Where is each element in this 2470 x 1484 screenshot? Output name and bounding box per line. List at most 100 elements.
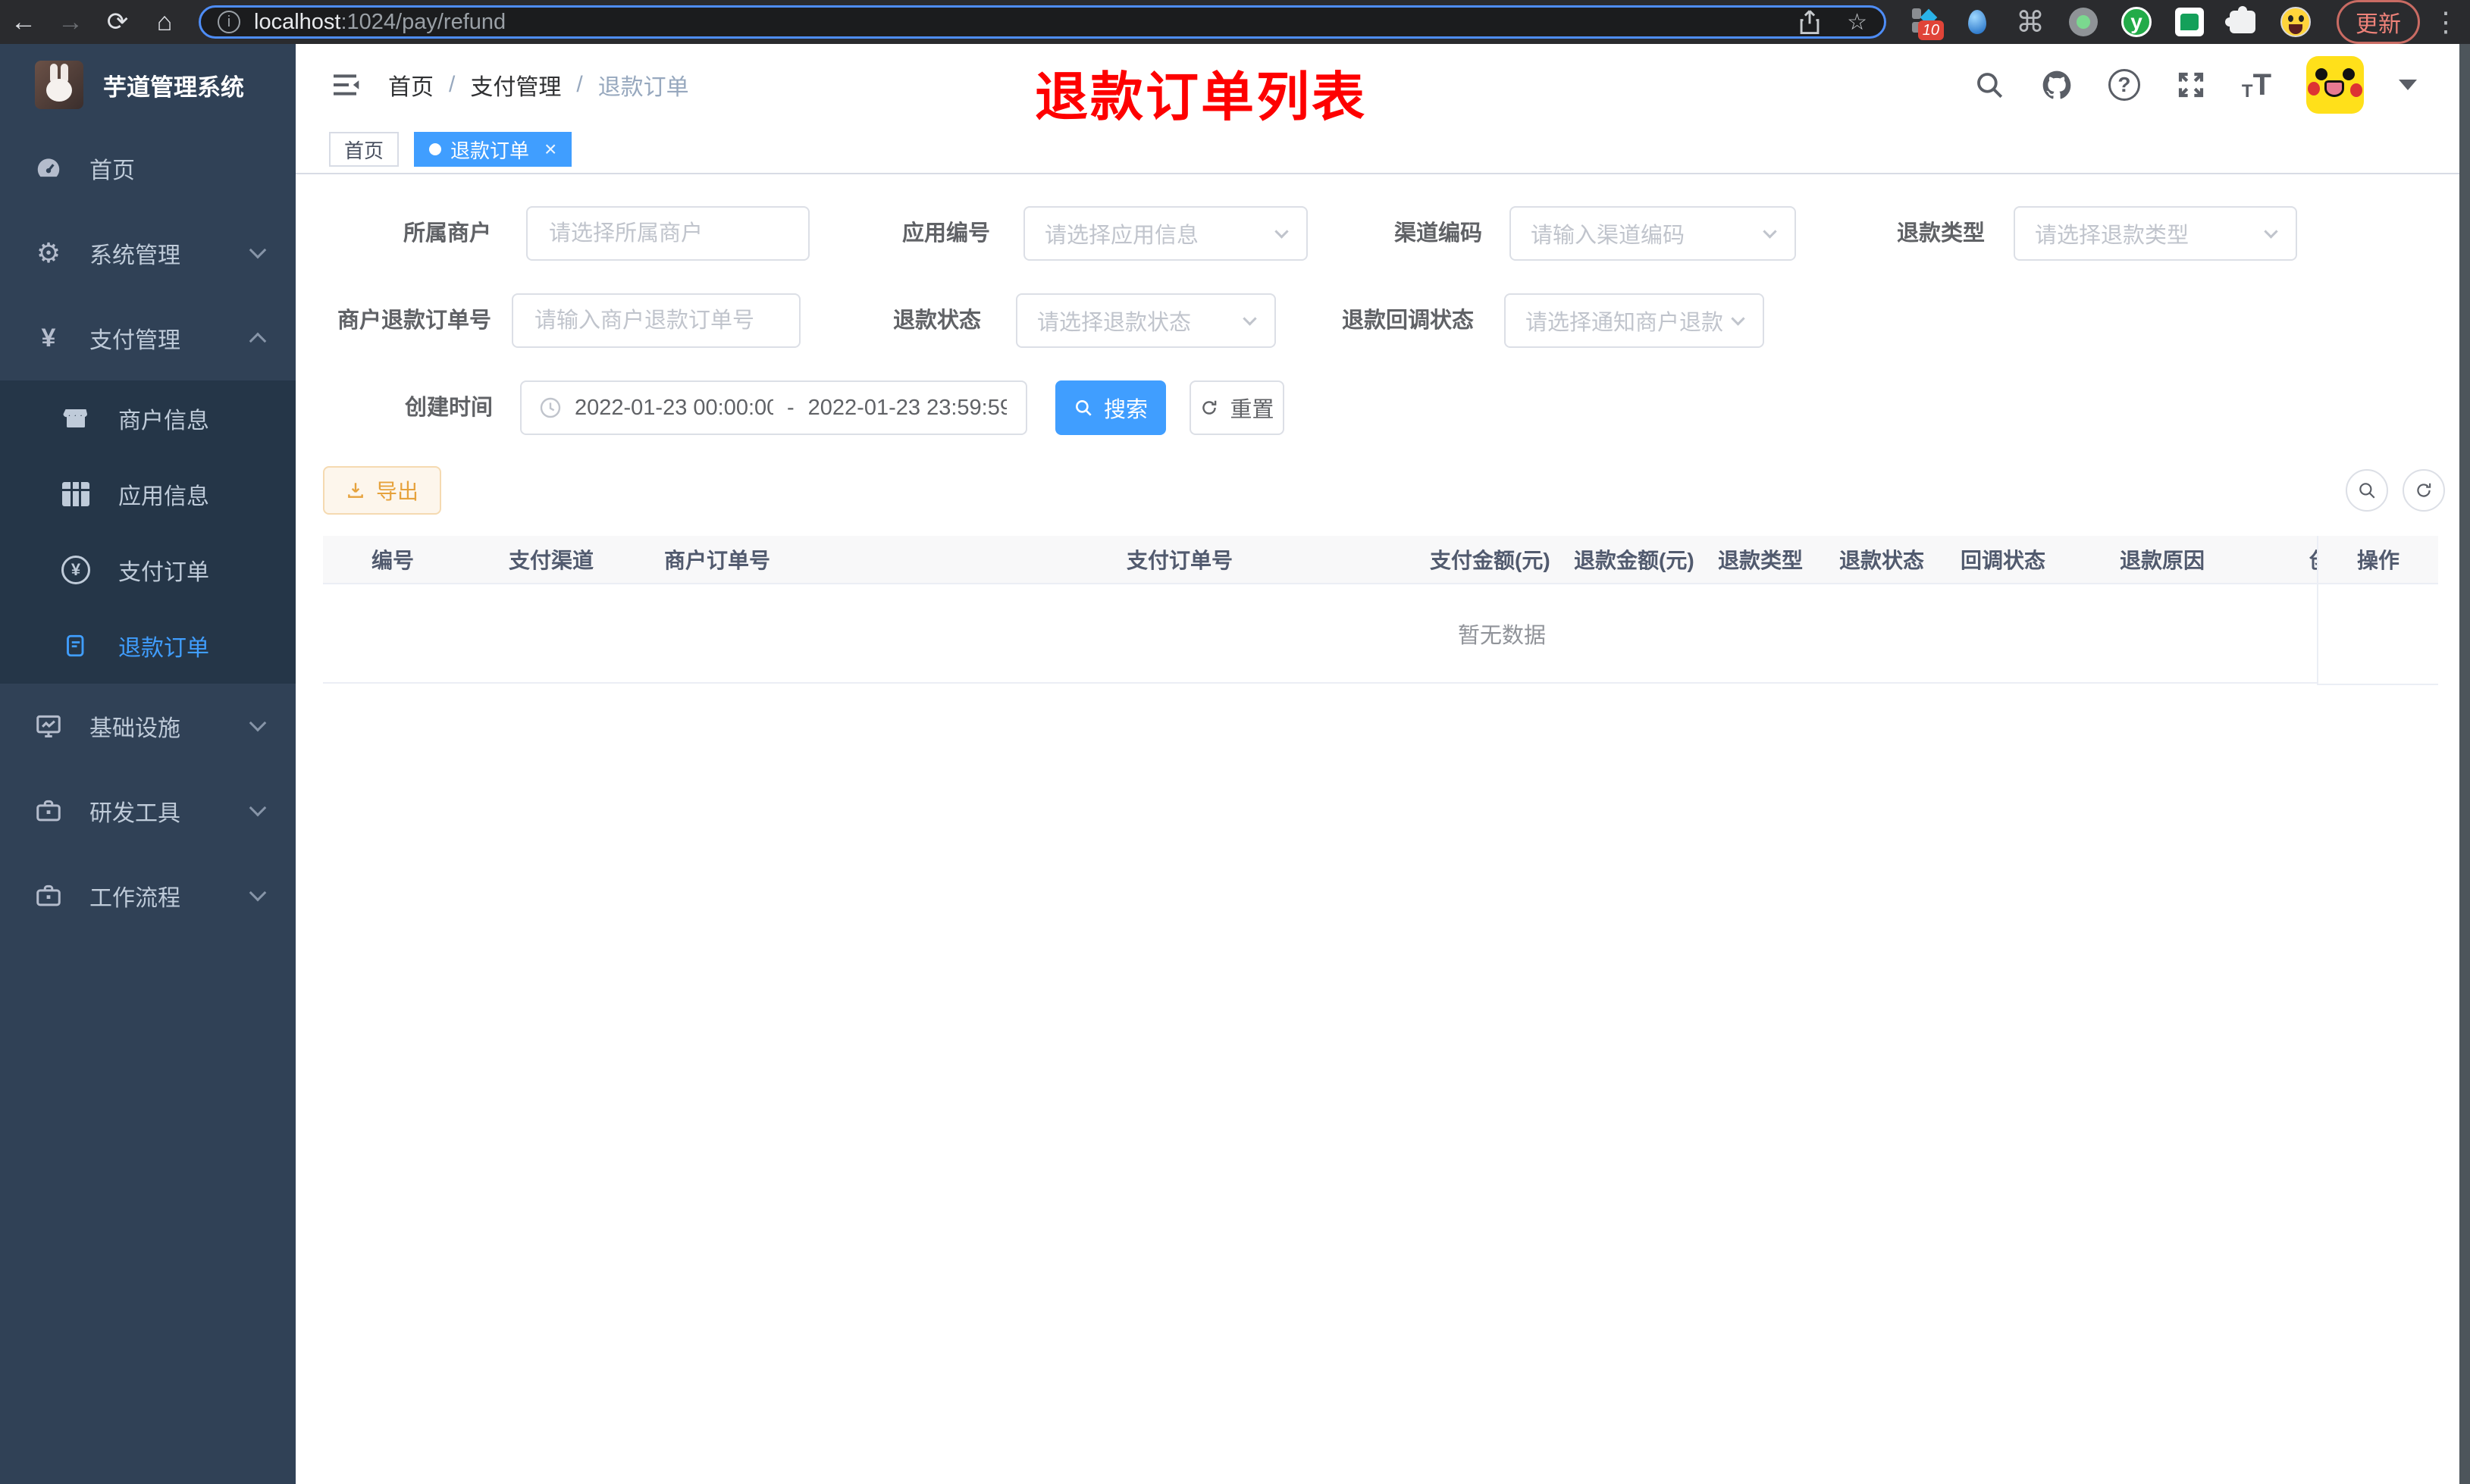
reset-button-label: 重置 bbox=[1230, 398, 1274, 422]
browser-menu-icon[interactable]: ⋮ bbox=[2432, 6, 2459, 38]
app-logo bbox=[35, 61, 83, 109]
chevron-down-icon bbox=[1763, 224, 1777, 239]
breadcrumb-separator: / bbox=[576, 72, 583, 97]
browser-forward-icon[interactable]: → bbox=[47, 8, 94, 37]
extension-y-icon[interactable]: y bbox=[2121, 7, 2152, 37]
clock-icon bbox=[540, 397, 561, 418]
notify-status-select[interactable]: 请选择通知商户退款结果 bbox=[1504, 293, 1764, 348]
column-header: 操作 bbox=[2318, 536, 2438, 584]
github-icon[interactable] bbox=[2040, 68, 2073, 102]
scrollbar[interactable] bbox=[2459, 44, 2470, 1484]
tag-label: 首页 bbox=[344, 139, 384, 162]
extensions-puzzle-icon[interactable] bbox=[2225, 6, 2258, 37]
refund-status-select[interactable]: 请选择退款状态 bbox=[1016, 293, 1276, 348]
search-icon[interactable] bbox=[1973, 69, 2005, 101]
filter-label-merchant-refund-no: 商户退款订单号 bbox=[337, 308, 492, 333]
filter-label-app: 应用编号 bbox=[902, 221, 991, 246]
extension-badge: 10 bbox=[1917, 20, 1944, 40]
table-search-toggle-button[interactable] bbox=[2346, 469, 2388, 512]
sidebar-item-workflow[interactable]: 工作流程 bbox=[0, 853, 296, 938]
refresh-icon bbox=[1202, 400, 1217, 415]
page-annotation-title: 退款订单列表 bbox=[1035, 67, 1367, 127]
extension-balloon-icon[interactable] bbox=[1962, 7, 1992, 37]
sidebar-item-label: 退款订单 bbox=[118, 636, 209, 661]
search-button[interactable]: 搜索 bbox=[1055, 380, 1166, 435]
caret-down-icon[interactable] bbox=[2399, 80, 2417, 90]
shop-icon bbox=[59, 405, 92, 432]
sidebar-item-label: 首页 bbox=[89, 158, 135, 183]
breadcrumb-pay[interactable]: 支付管理 bbox=[470, 68, 561, 102]
create-time-range-picker[interactable]: 2022-01-23 00:00:00 - 2022-01-23 23:59:5… bbox=[520, 380, 1027, 435]
help-icon[interactable]: ? bbox=[2108, 69, 2140, 101]
export-button[interactable]: 导出 bbox=[323, 466, 442, 515]
download-icon bbox=[348, 483, 363, 498]
share-icon[interactable] bbox=[1798, 9, 1821, 35]
column-header: 编号 bbox=[371, 549, 415, 572]
browser-back-icon[interactable]: ← bbox=[0, 8, 47, 37]
chevron-down-icon bbox=[1274, 224, 1289, 239]
briefcase-icon bbox=[32, 797, 65, 825]
active-dot-icon bbox=[429, 143, 442, 155]
address-bar[interactable]: i localhost :1024/pay/refund ☆ bbox=[199, 5, 1886, 39]
profile-emoji-avatar[interactable] bbox=[2280, 7, 2311, 37]
select-placeholder: 请选择退款类型 bbox=[2035, 224, 2189, 248]
filter-label-notify-status: 退款回调状态 bbox=[1342, 308, 1475, 333]
sidebar-item-label: 商户信息 bbox=[118, 409, 209, 434]
dashboard-icon bbox=[32, 154, 65, 183]
extensions-row: 10 ⌘ y bbox=[1909, 6, 2311, 40]
sidebar-menu: 首页 ⚙ 系统管理 ¥ 支付管理 商户信息 应用信息 ¥ 支付订单 退款订单 基… bbox=[0, 126, 296, 938]
browser-home-icon[interactable]: ⌂ bbox=[141, 8, 188, 37]
chevron-down-icon bbox=[249, 714, 267, 732]
breadcrumb-home[interactable]: 首页 bbox=[388, 68, 434, 102]
yen-circle-icon: ¥ bbox=[59, 556, 92, 584]
end-date-value[interactable]: 2022-01-23 23:59:59 bbox=[808, 396, 1007, 421]
tag-home[interactable]: 首页 bbox=[329, 132, 400, 167]
extension-command-icon[interactable]: ⌘ bbox=[2015, 7, 2045, 39]
filter-label-refund-type: 退款类型 bbox=[1897, 221, 1986, 246]
sidebar-item-refund-order[interactable]: 退款订单 bbox=[0, 608, 296, 684]
font-size-icon[interactable]: TT bbox=[2242, 68, 2271, 102]
filter-label-merchant: 所属商户 bbox=[403, 221, 492, 246]
sidebar-item-devtools[interactable]: 研发工具 bbox=[0, 769, 296, 853]
app-select[interactable]: 请选择应用信息 bbox=[1023, 206, 1308, 261]
reset-button[interactable]: 重置 bbox=[1190, 380, 1284, 435]
channel-select[interactable]: 请输入渠道编码 bbox=[1509, 206, 1796, 261]
sidebar-item-merchant-info[interactable]: 商户信息 bbox=[0, 380, 296, 456]
close-icon[interactable]: × bbox=[544, 137, 556, 161]
sidebar-item-label: 基础设施 bbox=[89, 716, 180, 741]
extension-green-dot-icon[interactable] bbox=[2068, 7, 2099, 37]
sidebar-item-infra[interactable]: 基础设施 bbox=[0, 684, 296, 769]
chevron-down-icon bbox=[249, 884, 267, 902]
extension-chat-icon[interactable] bbox=[2174, 7, 2205, 37]
bookmark-star-icon[interactable]: ☆ bbox=[1847, 9, 1867, 36]
chevron-down-icon bbox=[249, 241, 267, 259]
chevron-down-icon bbox=[1731, 311, 1745, 326]
sidebar-item-app-info[interactable]: 应用信息 bbox=[0, 456, 296, 532]
select-placeholder: 请选择通知商户退款结果 bbox=[1525, 311, 1722, 335]
sidebar-item-pay-order[interactable]: ¥ 支付订单 bbox=[0, 532, 296, 608]
site-info-icon[interactable]: i bbox=[218, 11, 240, 33]
refund-type-select[interactable]: 请选择退款类型 bbox=[2014, 206, 2297, 261]
breadcrumb-separator: / bbox=[449, 72, 456, 97]
browser-update-button[interactable]: 更新 bbox=[2337, 0, 2420, 44]
tag-refund-order[interactable]: 退款订单 × bbox=[414, 132, 572, 167]
sidebar-item-pay[interactable]: ¥ 支付管理 bbox=[0, 296, 296, 380]
fullscreen-icon[interactable] bbox=[2175, 69, 2207, 101]
merchant-input[interactable] bbox=[526, 206, 810, 261]
user-avatar[interactable] bbox=[2306, 56, 2364, 114]
sidebar-item-system[interactable]: ⚙ 系统管理 bbox=[0, 211, 296, 296]
table-refresh-button[interactable] bbox=[2403, 469, 2445, 512]
navbar: 首页 / 支付管理 / 退款订单 退款订单列表 ? TT bbox=[296, 44, 2470, 127]
merchant-refund-no-input[interactable] bbox=[512, 293, 801, 348]
column-header: 退款原因 bbox=[2120, 549, 2205, 572]
start-date-value[interactable]: 2022-01-23 00:00:00 bbox=[575, 396, 773, 421]
pay-submenu: 商户信息 应用信息 ¥ 支付订单 退款订单 bbox=[0, 380, 296, 684]
extension-tiles-icon[interactable]: 10 bbox=[1909, 7, 1944, 40]
collapse-sidebar-icon[interactable] bbox=[329, 70, 361, 100]
table-grid-icon bbox=[59, 482, 92, 506]
app-logo-row[interactable]: 芋道管理系统 bbox=[0, 44, 296, 126]
column-header: 回调状态 bbox=[1961, 549, 2046, 572]
browser-reload-icon[interactable]: ⟳ bbox=[94, 7, 141, 37]
search-icon bbox=[2359, 483, 2375, 499]
sidebar-item-home[interactable]: 首页 bbox=[0, 126, 296, 211]
